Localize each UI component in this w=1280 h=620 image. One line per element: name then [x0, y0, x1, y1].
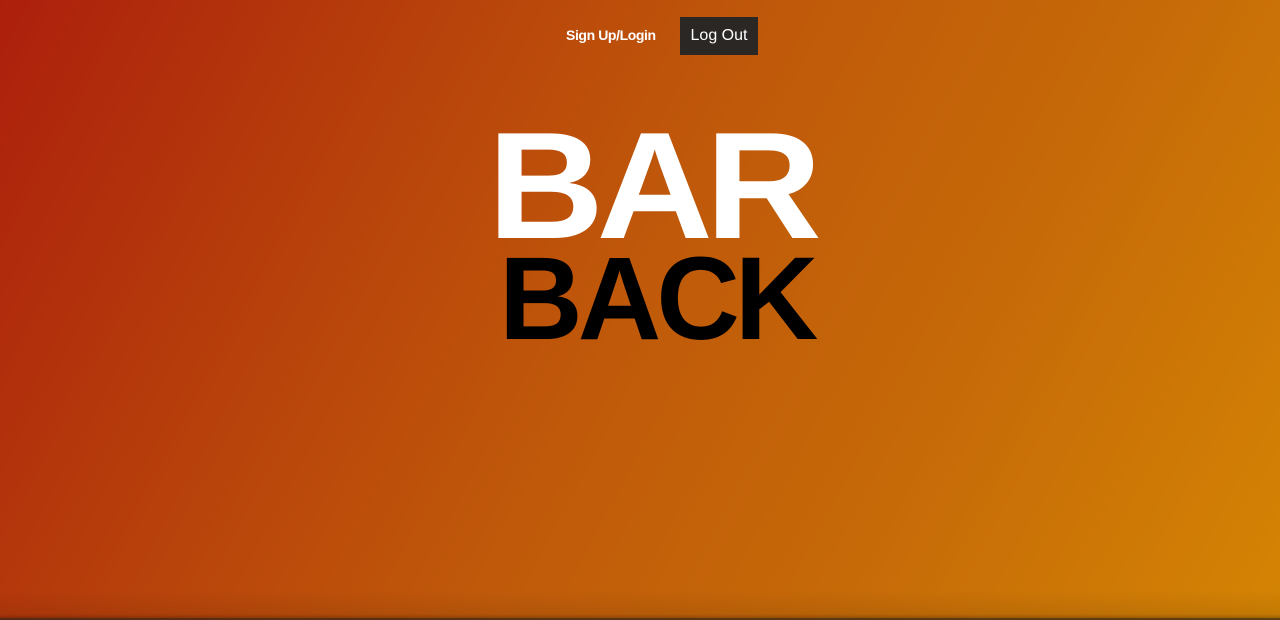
- bottom-shadow: [0, 590, 1280, 620]
- logo-line-back: BACK: [499, 233, 818, 365]
- landing-page: Sign Up/Login Log Out BAR BACK: [0, 0, 1280, 620]
- signup-login-link[interactable]: Sign Up/Login: [566, 27, 656, 43]
- barback-logo: BAR BACK: [488, 110, 822, 365]
- logout-button[interactable]: Log Out: [680, 17, 758, 55]
- top-nav: Sign Up/Login Log Out: [0, 17, 1280, 55]
